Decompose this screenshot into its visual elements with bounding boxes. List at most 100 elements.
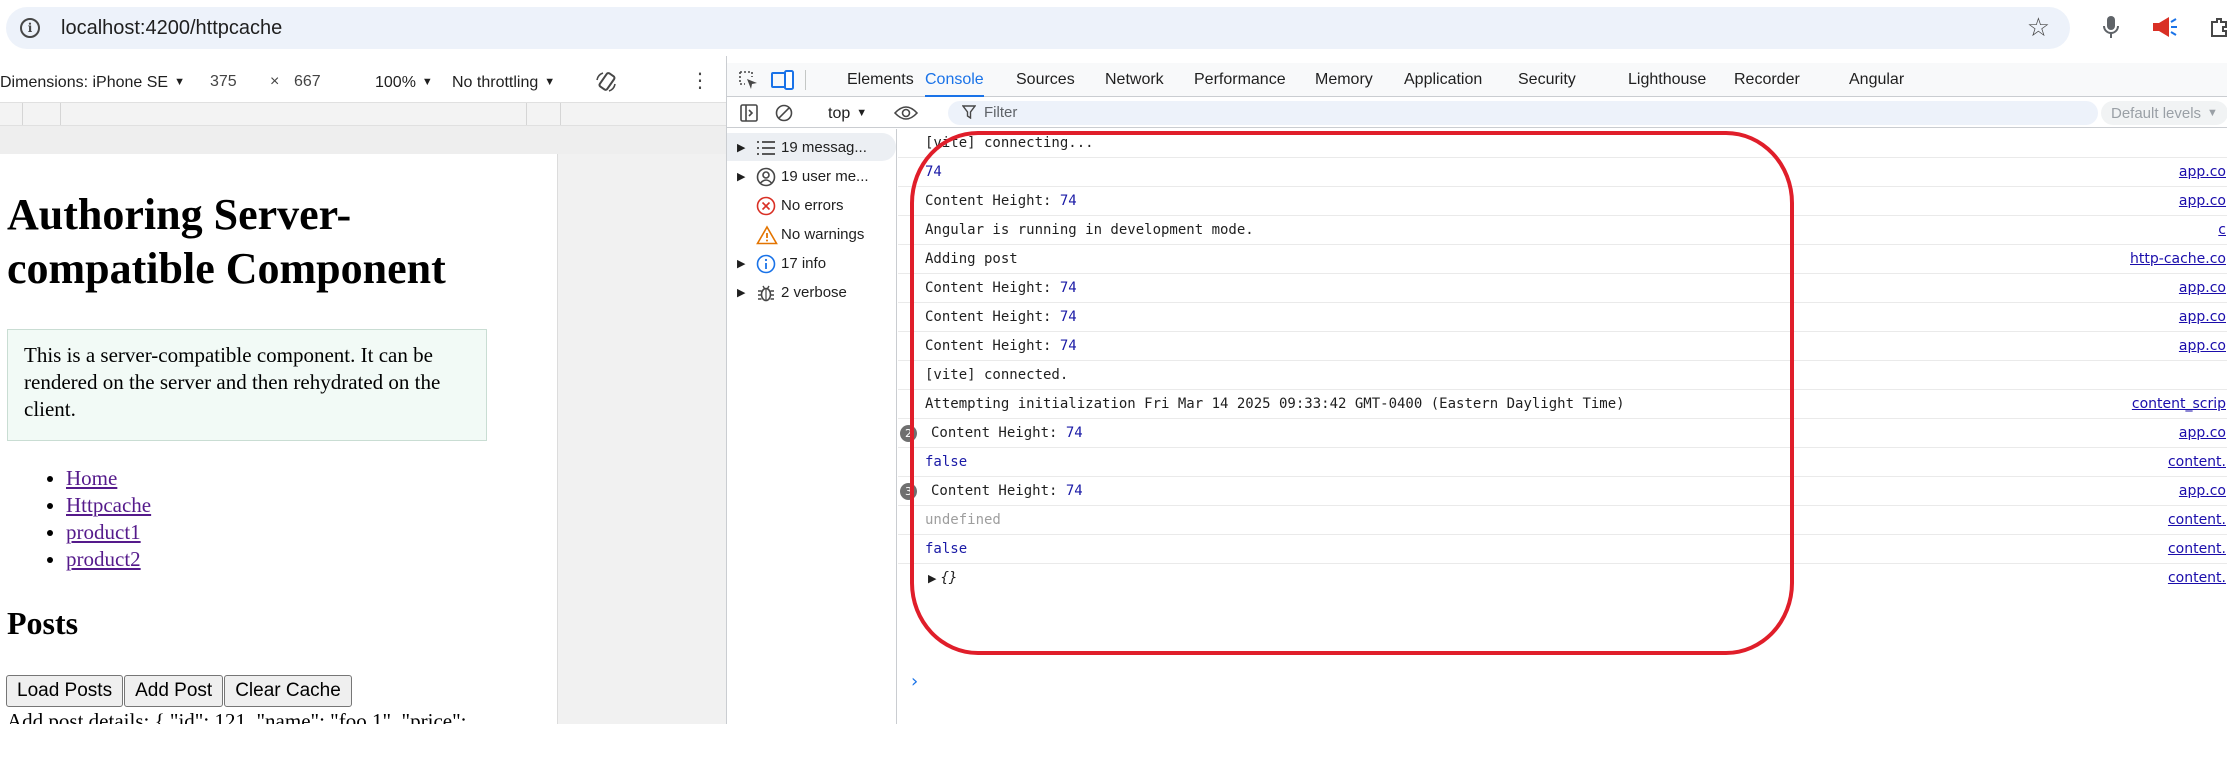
message-text: Adding post <box>925 251 1018 267</box>
expand-triangle-icon[interactable]: ▶ <box>928 572 936 585</box>
message-label: Content Height: <box>925 193 1060 209</box>
nav-link-product2[interactable]: product2 <box>66 547 141 571</box>
message-text: Content Height: 74 <box>931 425 1083 442</box>
rotate-icon[interactable] <box>594 70 618 99</box>
tab-application[interactable]: Application <box>1404 63 1482 97</box>
inspect-element-icon[interactable] <box>737 69 759 96</box>
console-message: 74 app.co <box>898 158 2227 187</box>
console-message: ▶ {} content. <box>898 564 2227 593</box>
width-input[interactable]: 375 <box>210 73 237 91</box>
message-label: Content Height: <box>925 338 1060 354</box>
log-levels-select[interactable]: Default levels ▼ <box>2101 101 2227 125</box>
message-text: Content Height: 74 <box>925 338 1077 355</box>
source-link[interactable]: c <box>2218 222 2226 239</box>
console-messages: [vite] connecting... 74 app.co Content H… <box>898 129 2227 724</box>
tab-console[interactable]: Console <box>925 63 984 97</box>
message-number: 74 <box>1059 338 1077 354</box>
posts-button-row: Load Posts Add Post Clear Cache <box>6 675 353 707</box>
warning-icon <box>756 225 778 245</box>
tab-elements[interactable]: Elements <box>847 63 914 97</box>
tab-lighthouse[interactable]: Lighthouse <box>1628 63 1706 97</box>
load-posts-button[interactable]: Load Posts <box>6 675 124 707</box>
omnibox[interactable]: i localhost:4200/httpcache ☆ <box>6 7 2070 49</box>
sidebar-item-info[interactable]: ▶ 17 info <box>727 249 896 277</box>
message-number: 74 <box>1059 309 1077 325</box>
chevron-down-icon: ▼ <box>544 76 556 88</box>
tab-memory[interactable]: Memory <box>1315 63 1373 97</box>
media-query-ruler <box>0 102 726 126</box>
sidebar-item-verbose[interactable]: ▶ 2 verbose <box>727 278 896 306</box>
source-link[interactable]: app.co <box>2179 164 2226 181</box>
tab-recorder[interactable]: Recorder <box>1734 63 1800 97</box>
nav-link-product1[interactable]: product1 <box>66 520 141 544</box>
expand-triangle-icon[interactable]: ▶ <box>737 170 745 183</box>
filter-icon <box>961 105 977 124</box>
zoom-select[interactable]: 100% ▼ <box>375 73 433 92</box>
filter-input[interactable]: Filter <box>948 101 2098 125</box>
more-options-icon[interactable]: ⋮ <box>690 71 710 91</box>
nav-link-httpcache[interactable]: Httpcache <box>66 493 151 517</box>
message-text: 74 <box>925 164 942 180</box>
console-message: Content Height: 74 app.co <box>898 187 2227 216</box>
device-mode-icon[interactable] <box>771 69 795 96</box>
sidebar-item-warnings[interactable]: No warnings <box>727 220 896 248</box>
throttling-select[interactable]: No throttling ▼ <box>452 73 555 92</box>
object-preview[interactable]: ▶ {} <box>928 570 957 587</box>
source-link[interactable]: app.co <box>2179 309 2226 326</box>
clear-console-icon[interactable] <box>774 103 794 128</box>
emulated-page: Authoring Server-compatible Component Th… <box>0 154 558 724</box>
expand-triangle-icon[interactable]: ▶ <box>737 141 745 154</box>
height-input[interactable]: 667 <box>294 73 321 91</box>
sidebar-item-errors[interactable]: No errors <box>727 191 896 219</box>
sidebar-item-messages[interactable]: ▶ 19 messag... <box>727 133 896 161</box>
source-link[interactable]: content. <box>2168 541 2226 558</box>
source-link[interactable]: app.co <box>2179 193 2226 210</box>
source-link[interactable]: app.co <box>2179 425 2226 442</box>
log-levels-label: Default levels <box>2111 105 2202 122</box>
source-link[interactable]: content_scrip <box>2132 396 2226 413</box>
sidebar-item-label: No warnings <box>781 226 865 243</box>
source-link[interactable]: app.co <box>2179 280 2226 297</box>
filter-placeholder: Filter <box>984 104 1018 121</box>
url-text[interactable]: localhost:4200/httpcache <box>61 17 282 39</box>
tab-network[interactable]: Network <box>1105 63 1164 97</box>
bookmark-star-icon[interactable]: ☆ <box>2027 13 2050 41</box>
message-text: Content Height: 74 <box>925 309 1077 326</box>
console-sidebar: ▶ 19 messag... ▶ 19 user me... No errors… <box>727 129 897 724</box>
tab-sources[interactable]: Sources <box>1016 63 1075 97</box>
sidebar-toggle-icon[interactable] <box>739 103 759 128</box>
sidebar-item-label: 19 user me... <box>781 168 869 185</box>
clear-cache-button[interactable]: Clear Cache <box>224 675 352 707</box>
console-prompt[interactable]: › <box>911 672 918 692</box>
source-link[interactable]: content. <box>2168 570 2226 587</box>
extensions-icon[interactable] <box>2205 12 2227 42</box>
add-post-button[interactable]: Add Post <box>124 675 224 707</box>
address-bar-row: i localhost:4200/httpcache ☆ <box>0 0 2227 56</box>
site-info-icon[interactable]: i <box>20 18 40 38</box>
throttling-label: No throttling <box>452 74 539 91</box>
source-link[interactable]: content. <box>2168 512 2226 529</box>
expand-triangle-icon[interactable]: ▶ <box>737 257 745 270</box>
tab-performance[interactable]: Performance <box>1194 63 1286 97</box>
nav-link-home[interactable]: Home <box>66 466 117 490</box>
info-icon <box>756 254 776 274</box>
devtools-tab-bar: Elements Console Sources Network Perform… <box>727 63 2227 97</box>
sidebar-item-user-messages[interactable]: ▶ 19 user me... <box>727 162 896 190</box>
microphone-icon[interactable] <box>2096 12 2126 42</box>
nav-item: product2 <box>66 546 151 573</box>
message-label: Content Height: <box>925 280 1060 296</box>
context-select[interactable]: top ▼ <box>828 103 867 124</box>
source-link[interactable]: http-cache.co <box>2130 251 2226 268</box>
source-link[interactable]: app.co <box>2179 338 2226 355</box>
device-select[interactable]: Dimensions: iPhone SE ▼ <box>0 73 185 92</box>
chevron-down-icon: ▼ <box>2207 107 2218 119</box>
console-message: 2 Content Height: 74 app.co <box>898 419 2227 448</box>
source-link[interactable]: app.co <box>2179 483 2226 500</box>
expand-triangle-icon[interactable]: ▶ <box>737 286 745 299</box>
live-expression-eye-icon[interactable] <box>893 104 919 127</box>
tab-security[interactable]: Security <box>1518 63 1576 97</box>
source-link[interactable]: content. <box>2168 454 2226 471</box>
message-text: Attempting initialization Fri Mar 14 202… <box>925 396 1625 412</box>
tab-angular[interactable]: Angular <box>1849 63 1904 97</box>
megaphone-icon[interactable] <box>2150 12 2180 42</box>
